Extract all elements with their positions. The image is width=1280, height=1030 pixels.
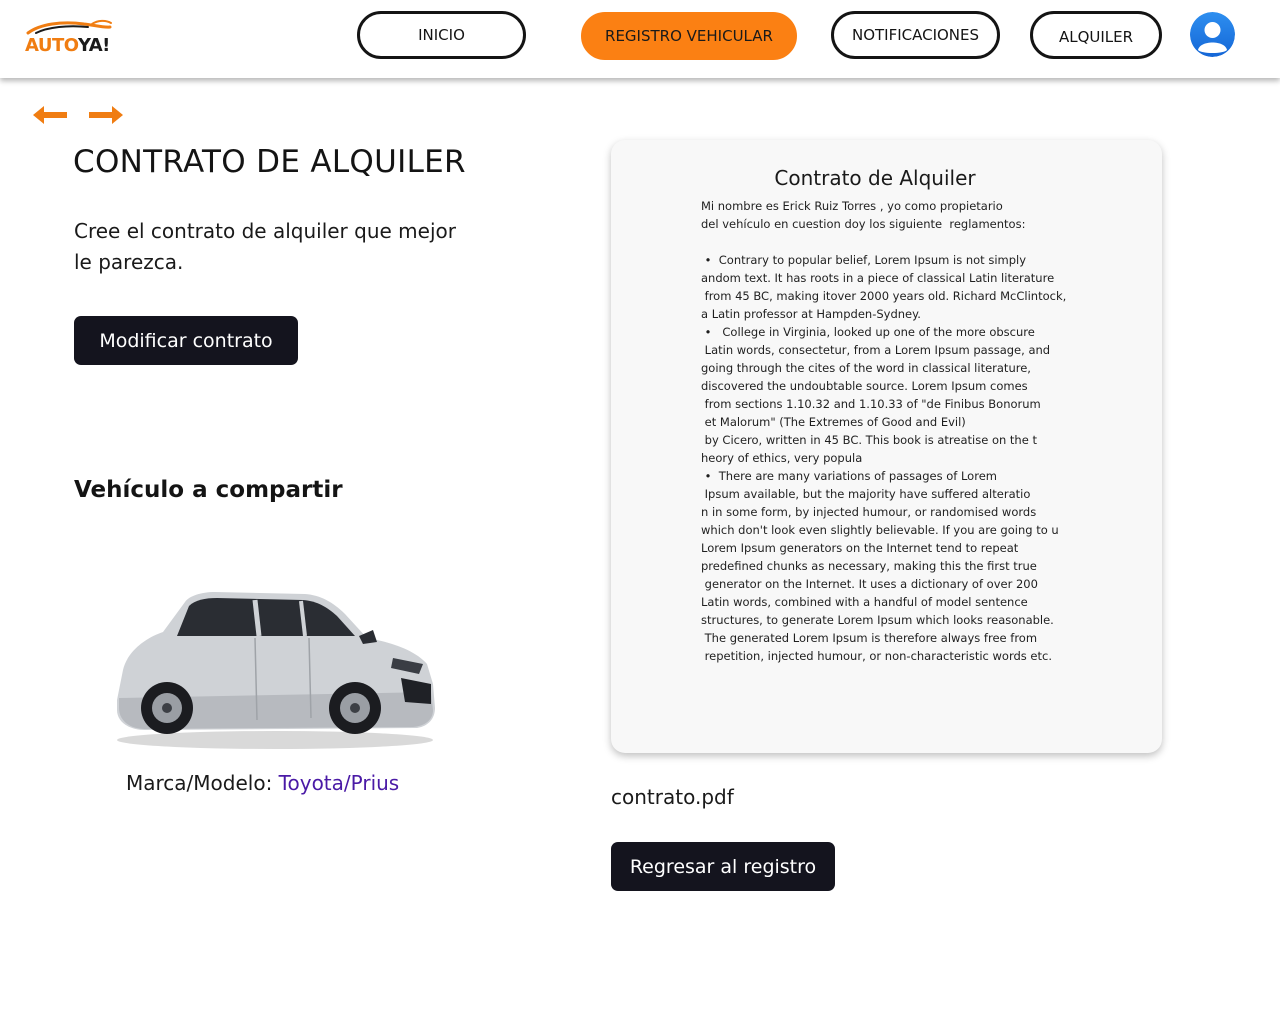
contract-line: • Contrary to popular belief, Lorem Ipsu… [701, 253, 1027, 267]
vehicle-image [105, 580, 440, 755]
contract-line: generator on the Internet. It uses a dic… [701, 577, 1038, 591]
contract-line: a Latin professor at Hampden-Sydney. [701, 307, 921, 321]
contract-line: heory of ethics, very popula [701, 451, 863, 465]
contract-line: andom text. It has roots in a piece of c… [701, 271, 1055, 285]
logo-text-ya: YA! [77, 35, 110, 56]
autoya-logo[interactable]: AUTOYA! [22, 18, 114, 62]
nav-registro-label: REGISTRO VEHICULAR [605, 27, 773, 45]
nav-alquiler-button[interactable]: ALQUILER [1030, 11, 1162, 59]
contract-line: n in some form, by injected humour, or r… [701, 505, 1037, 519]
page-title: CONTRATO DE ALQUILER [73, 144, 466, 180]
logo-wordmark: AUTOYA! [25, 35, 110, 56]
contract-body: Mi nombre es Erick Ruiz Torres , yo como… [701, 197, 1081, 665]
contract-line: by Cicero, written in 45 BC. This book i… [701, 433, 1037, 447]
contract-line: Ipsum available, but the majority have s… [701, 487, 1031, 501]
contract-line: going through the cites of the word in c… [701, 361, 1031, 375]
nav-alquiler-label: ALQUILER [1058, 28, 1134, 46]
contract-line: from sections 1.10.32 and 1.10.33 of "de… [701, 397, 1041, 411]
contract-line: structures, to generate Lorem Ipsum whic… [701, 613, 1054, 627]
contract-line: which don't look even slightly believabl… [701, 523, 1059, 537]
contract-line: del vehículo en cuestion doy los siguien… [701, 217, 1026, 231]
top-navbar: AUTOYA! INICIO REGISTRO VEHICULAR NOTIFI… [0, 0, 1280, 78]
contract-line: discovered the undoubtable source. Lorem… [701, 379, 1028, 393]
nav-inicio-button[interactable]: INICIO [357, 11, 526, 59]
contract-line: predefined chunks as necessary, making t… [701, 559, 1037, 573]
logo-text-auto: AUTO [25, 35, 78, 56]
page-subtitle: Cree el contrato de alquiler que mejor l… [74, 219, 456, 274]
nav-notificaciones-button[interactable]: NOTIFICACIONES [831, 11, 1000, 59]
user-avatar-icon[interactable] [1190, 12, 1235, 57]
contract-filename: contrato.pdf [611, 785, 734, 809]
vehicle-section-title: Vehículo a compartir [74, 477, 343, 503]
contract-line: from 45 BC, making itover 2000 years old… [701, 289, 1067, 303]
contract-line: • College in Virginia, looked up one of … [701, 325, 1035, 339]
contract-line: Mi nombre es Erick Ruiz Torres , yo como… [701, 199, 1003, 213]
contract-title: Contrato de Alquiler [774, 166, 976, 190]
modify-contract-button[interactable]: Modificar contrato [74, 316, 298, 365]
contract-line: • There are many variations of passages … [701, 469, 997, 483]
contract-line [701, 233, 1081, 251]
back-to-registry-button[interactable]: Regresar al registro [611, 842, 835, 891]
contract-preview: Contrato de Alquiler Mi nombre es Erick … [611, 140, 1162, 753]
vehicle-model-link[interactable]: Toyota/Prius [279, 771, 400, 795]
back-arrow-icon[interactable] [32, 103, 68, 127]
nav-notificaciones-label: NOTIFICACIONES [851, 26, 980, 44]
nav-registro-vehicular-button[interactable]: REGISTRO VEHICULAR [581, 12, 797, 60]
contract-line: The generated Lorem Ipsum is therefore a… [701, 631, 1038, 645]
contract-line: Latin words, consectetur, from a Lorem I… [701, 343, 1051, 357]
contract-line: Lorem Ipsum generators on the Internet t… [701, 541, 1019, 555]
forward-arrow-icon[interactable] [88, 103, 124, 127]
contract-line: et Malorum" (The Extremes of Good and Ev… [701, 415, 966, 429]
contract-line: Latin words, combined with a handful of … [701, 595, 1028, 609]
vehicle-brand-model: Marca/Modelo: Toyota/Prius [126, 771, 399, 795]
nav-inicio-label: INICIO [418, 26, 465, 44]
contract-line: repetition, injected humour, or non-char… [701, 649, 1052, 663]
vehicle-brand-model-label: Marca/Modelo: [126, 771, 273, 795]
